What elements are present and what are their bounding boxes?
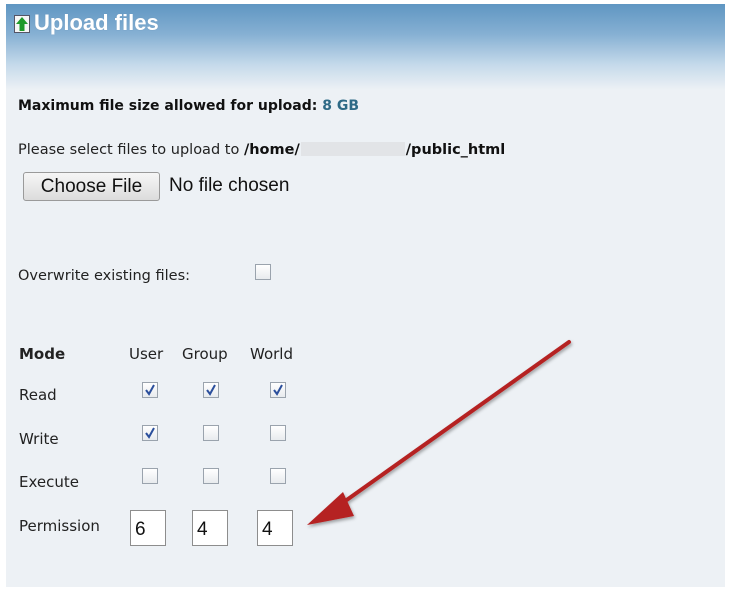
upload-panel: Upload files Maximum file size allowed f… — [6, 4, 725, 587]
annotation-arrow — [307, 340, 571, 525]
